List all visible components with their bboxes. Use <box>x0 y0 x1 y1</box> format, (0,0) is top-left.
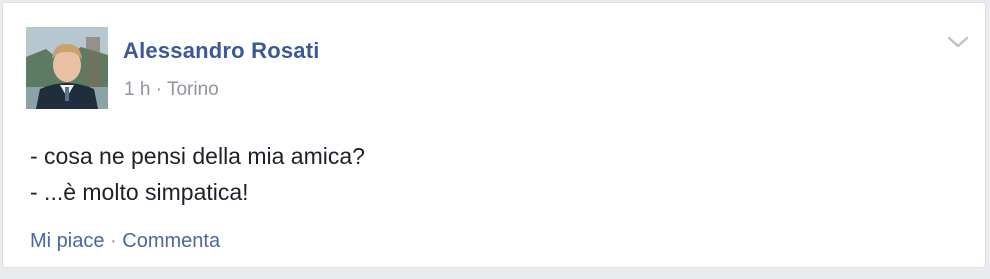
post-timestamp[interactable]: 1 h <box>124 79 150 100</box>
meta-separator: · <box>150 79 167 100</box>
post-line: - cosa ne pensi della mia amica? <box>30 143 365 169</box>
post-card: Alessandro Rosati 1 h · Torino - cosa ne… <box>2 2 986 268</box>
like-link[interactable]: Mi piace <box>30 230 104 252</box>
post-meta: 1 h · Torino <box>124 79 219 101</box>
post-line: - ...è molto simpatica! <box>30 179 249 205</box>
action-separator: · <box>104 230 123 252</box>
post-actions: Mi piace · Commenta <box>30 230 220 253</box>
avatar[interactable] <box>26 27 108 109</box>
profile-photo-image <box>26 27 108 109</box>
comment-link[interactable]: Commenta <box>122 230 220 252</box>
post-body: - cosa ne pensi della mia amica? - ...è … <box>30 138 365 210</box>
chevron-down-icon[interactable] <box>946 33 970 51</box>
author-name[interactable]: Alessandro Rosati <box>123 38 320 64</box>
post-location[interactable]: Torino <box>167 79 219 100</box>
